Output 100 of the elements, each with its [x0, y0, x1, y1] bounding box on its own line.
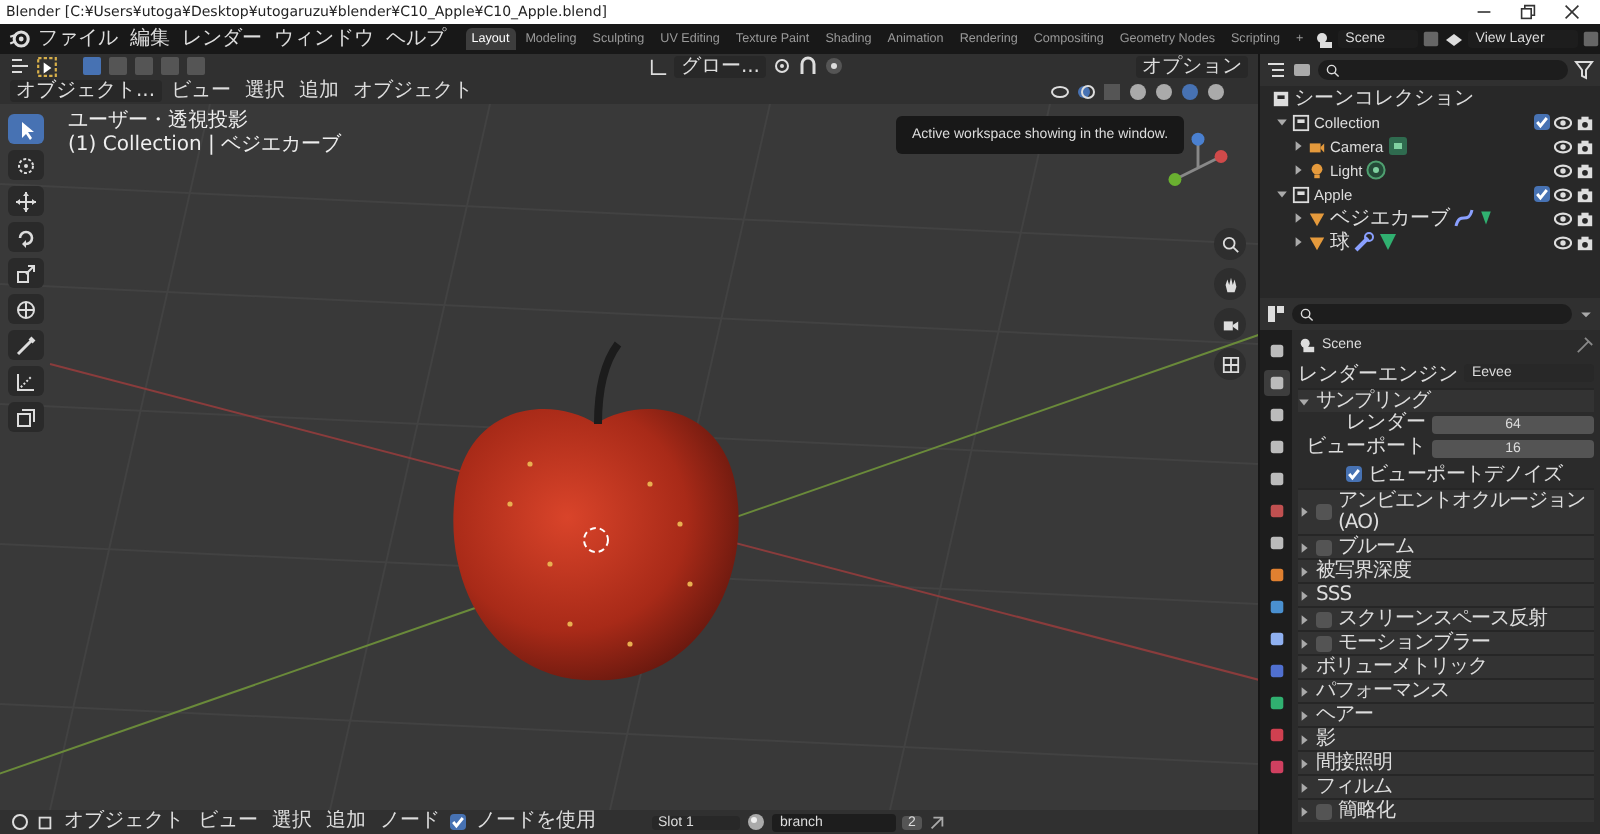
mesh-data-icon [1378, 232, 1398, 252]
viewport-menu-item[interactable]: ビュー [167, 79, 236, 103]
panel-arrow-icon[interactable] [1298, 506, 1310, 518]
panel-checkbox[interactable] [1316, 504, 1332, 520]
active-object-label: (1) Collection | ベジエカーブ [68, 134, 342, 158]
viewport-menu-item[interactable]: 追加 [295, 79, 344, 103]
panel-checkbox[interactable] [1316, 803, 1332, 819]
camera-icon[interactable] [1576, 137, 1594, 155]
eye-icon[interactable] [1554, 161, 1572, 179]
node-menu-item[interactable]: 選択 [268, 810, 316, 834]
camera-icon[interactable] [1576, 185, 1594, 203]
rotate-tool-icon [16, 227, 36, 247]
display-mode-icon[interactable] [1292, 60, 1312, 80]
add-cube-tool-icon [16, 407, 36, 427]
properties-tab[interactable] [1263, 370, 1289, 396]
search-icon [1300, 307, 1314, 321]
toolbar-tool[interactable] [8, 186, 44, 216]
eye-icon[interactable] [1554, 113, 1572, 131]
toolbar-tool[interactable] [8, 258, 44, 288]
pivot-icon[interactable] [772, 56, 792, 76]
3d-cursor-icon [583, 527, 609, 553]
eye-icon[interactable] [1554, 185, 1572, 203]
menu-item[interactable]: ファイル [34, 27, 122, 51]
pin-icon[interactable] [1576, 335, 1594, 353]
collection-checkbox[interactable] [1534, 186, 1550, 202]
view-layer-icon[interactable] [1443, 29, 1464, 49]
menu-item[interactable]: レンダー [178, 27, 266, 51]
panel-checkbox[interactable] [1316, 635, 1332, 651]
outliner-item[interactable]: ベジエカーブ [1330, 204, 1450, 232]
panel-checkbox[interactable] [1316, 611, 1332, 627]
filter-icon[interactable] [1574, 60, 1594, 80]
view-name: ユーザー・透視投影 [68, 110, 250, 134]
outliner-item[interactable]: シーンコレクション [1294, 84, 1474, 112]
proportional-edit-icon[interactable] [824, 56, 844, 76]
eye-icon[interactable] [1554, 233, 1572, 251]
panel-header[interactable]: 影 [1316, 728, 1335, 750]
checkbox[interactable] [1346, 466, 1362, 482]
toolbar-tool[interactable] [8, 330, 44, 360]
properties-search-field[interactable] [1292, 304, 1572, 324]
select-box-icon[interactable] [36, 55, 58, 77]
node-menu-item[interactable]: 追加 [322, 810, 370, 834]
editor-type-icon[interactable] [10, 812, 30, 832]
toolbar-tool[interactable] [8, 402, 44, 432]
toolbar-tool[interactable] [8, 150, 44, 180]
toolbar-tool[interactable] [8, 366, 44, 396]
toolbar-tool[interactable] [8, 114, 44, 144]
scale-tool-icon [16, 263, 36, 283]
camera-icon[interactable] [1576, 209, 1594, 227]
outliner-search-field[interactable] [1318, 60, 1568, 80]
close-icon[interactable] [1564, 4, 1580, 20]
node-menu-item[interactable]: ノード [376, 810, 444, 834]
viewport-menu-item[interactable]: 選択 [241, 79, 290, 103]
editor-type-icon[interactable] [10, 56, 30, 76]
object-mode-icon[interactable] [36, 813, 54, 831]
panel-checkbox[interactable] [1316, 539, 1332, 555]
eye-icon[interactable] [1554, 137, 1572, 155]
panel-header[interactable]: 簡略化 [1338, 800, 1395, 822]
toolbar-tool[interactable] [8, 222, 44, 252]
menu-item[interactable]: ヘルプ [382, 27, 450, 51]
camera-icon[interactable] [1576, 113, 1594, 131]
magnifier-icon [1221, 235, 1239, 253]
panel-header[interactable]: SSS [1316, 584, 1352, 606]
wrench-modifier-icon [1354, 232, 1374, 252]
panel-header[interactable]: ヘアー [1316, 704, 1373, 726]
outliner-item[interactable]: 球 [1330, 228, 1350, 256]
mode-dropdown[interactable]: オブジェクト... [10, 80, 162, 102]
scene-collection-icon [1272, 89, 1290, 107]
overlay-icon[interactable] [1076, 81, 1096, 101]
restore-icon[interactable] [1520, 4, 1536, 20]
orientation-dropdown[interactable]: グロー... [674, 55, 766, 77]
camera-view-button[interactable] [1214, 308, 1246, 340]
outliner-editor-icon[interactable] [1266, 60, 1286, 80]
annotate-tool-icon [16, 335, 36, 355]
perspective-button[interactable] [1214, 348, 1246, 380]
material-icon[interactable] [746, 812, 766, 832]
orientation-icon[interactable] [650, 57, 669, 75]
camera-icon[interactable] [1576, 161, 1594, 179]
checkbox[interactable] [450, 814, 466, 830]
node-menu-item[interactable]: ビュー [194, 810, 262, 834]
new-layer-icon[interactable] [1582, 30, 1600, 48]
options-icon[interactable] [1578, 306, 1594, 322]
camera-icon[interactable] [1576, 233, 1594, 251]
eye-icon[interactable] [1554, 209, 1572, 227]
fake-user-icon[interactable] [927, 813, 946, 831]
zoom-button[interactable] [1214, 228, 1246, 260]
toolbar-tool[interactable] [8, 294, 44, 324]
panel-arrow-icon[interactable] [1298, 395, 1310, 407]
menu-item[interactable]: 編集 [126, 27, 174, 51]
menu-item[interactable]: ウィンドウ [270, 27, 378, 51]
blender-logo-icon[interactable] [8, 28, 30, 50]
collection-checkbox[interactable] [1534, 114, 1550, 130]
scene-icon[interactable] [1313, 29, 1334, 49]
mode-dropdown[interactable]: オブジェクト [60, 810, 188, 834]
snap-icon[interactable] [798, 56, 818, 76]
viewport-menu-item[interactable]: オブジェクト [349, 79, 478, 103]
properties-editor-icon[interactable] [1266, 304, 1286, 324]
options-dropdown[interactable]: オプション [1136, 55, 1248, 77]
pan-button[interactable] [1214, 268, 1246, 300]
visibility-icon[interactable] [1050, 81, 1070, 101]
curve-modifier-icon [1454, 208, 1474, 228]
